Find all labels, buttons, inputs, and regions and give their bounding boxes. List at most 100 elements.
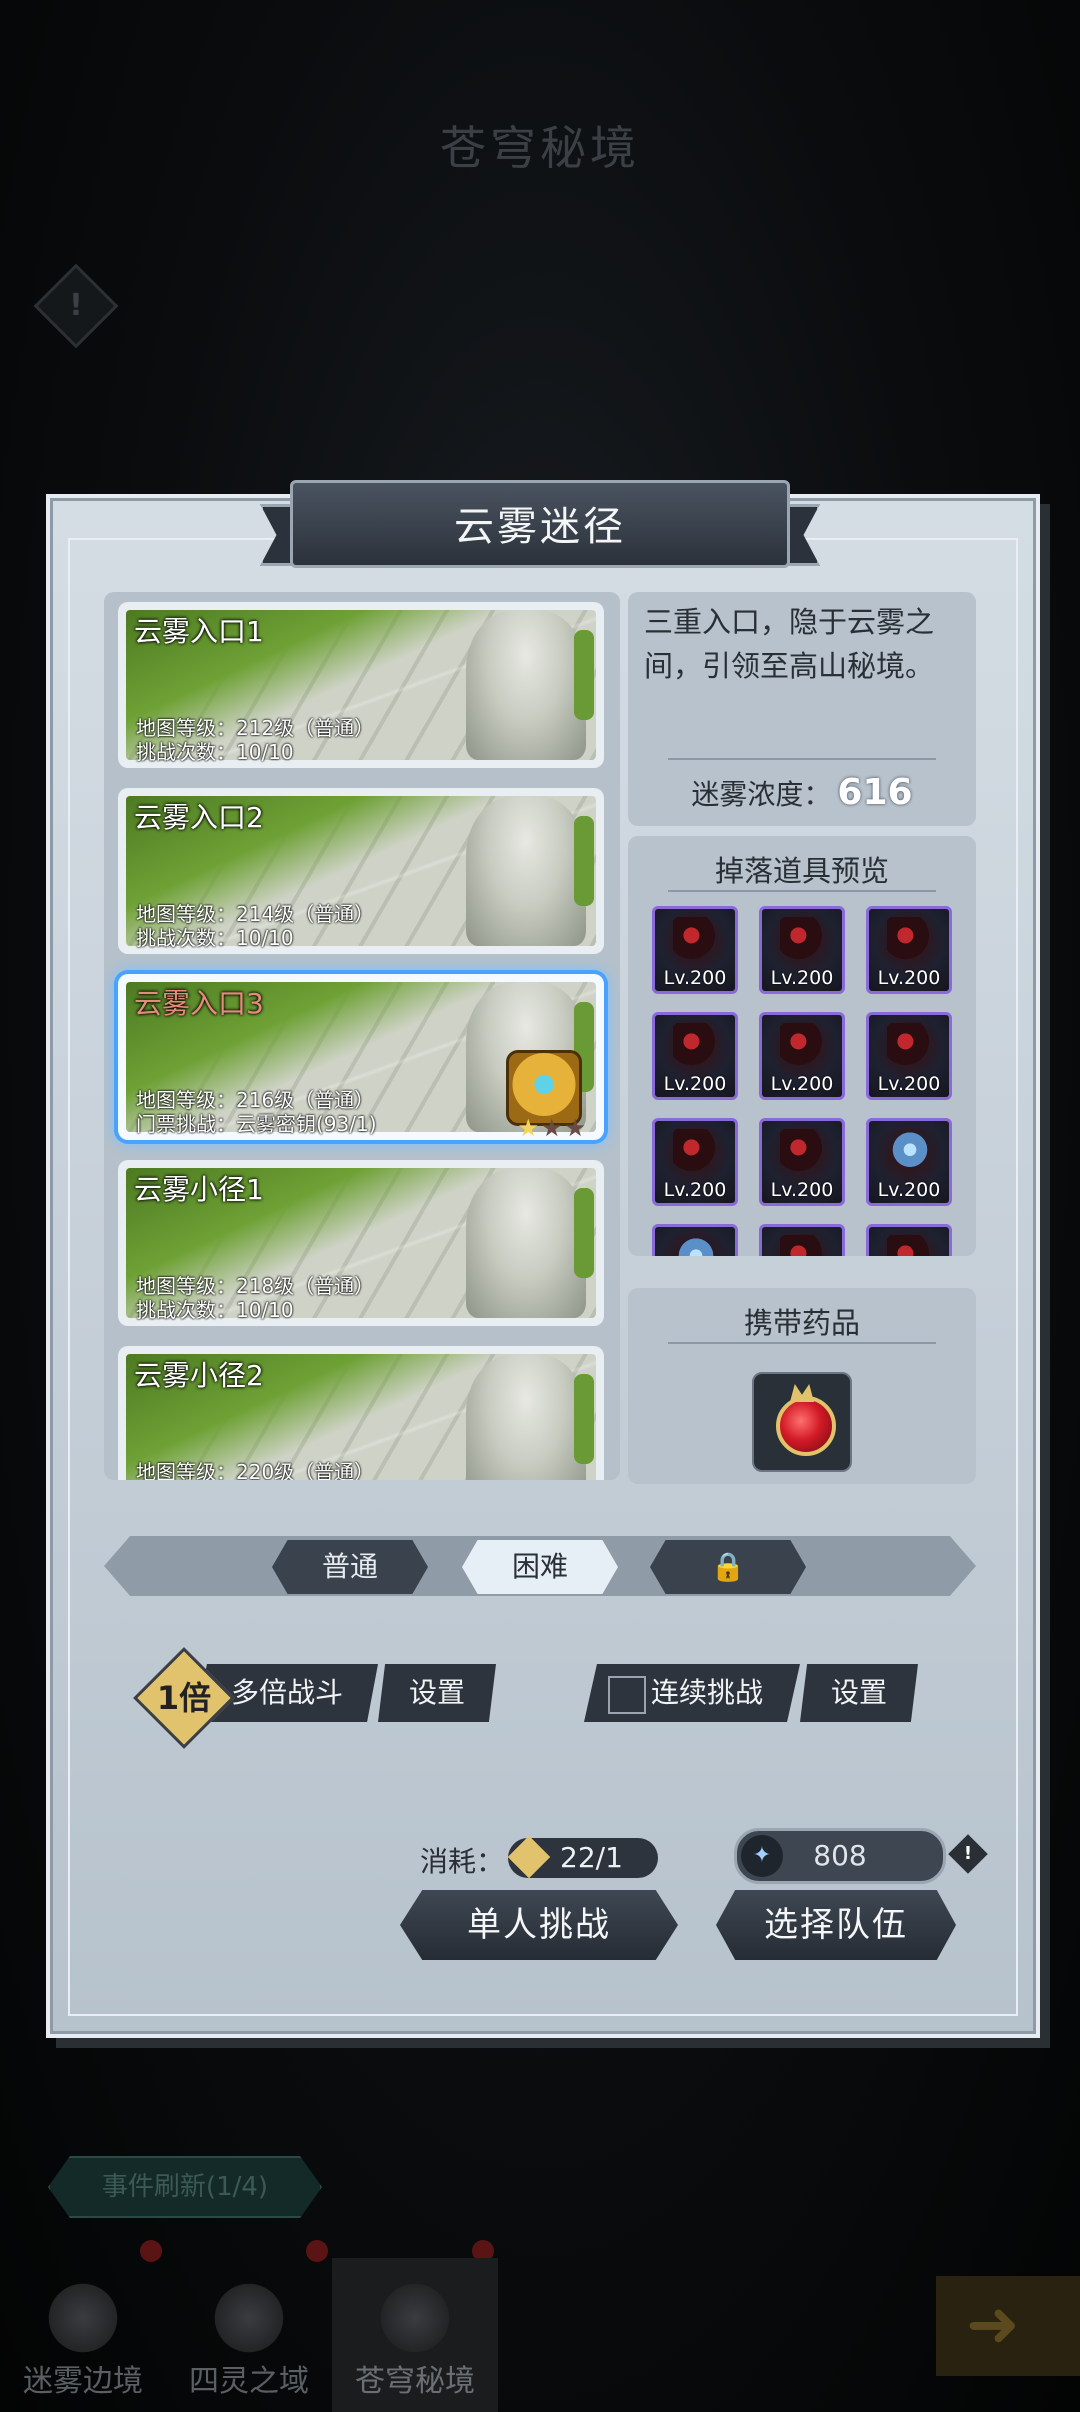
multiplier-value: 1倍 — [156, 1679, 212, 1717]
stage-card-4[interactable]: 云雾小径1 地图等级：218级（普通） 挑战次数：10/10 — [118, 1160, 604, 1326]
exclamation-icon: ! — [69, 288, 83, 323]
drop-preview-box[interactable]: 掉落道具预览 Lv.200 Lv.200 Lv.200 Lv.200 Lv.20… — [628, 836, 976, 1256]
potion-title: 携带药品 — [743, 1306, 860, 1340]
drop-item[interactable] — [652, 1224, 738, 1256]
drop-item[interactable] — [866, 1224, 952, 1256]
star-icon: ★ — [517, 1114, 541, 1142]
dialog-title: 云雾迷径 — [454, 504, 626, 550]
continuous-checkbox[interactable] — [608, 1676, 646, 1714]
stage-card-1[interactable]: 云雾入口1 地图等级：212级（普通） 挑战次数：10/10 — [118, 602, 604, 768]
dialog-title-ribbon: 云雾迷径 — [260, 474, 820, 574]
tab-normal[interactable]: 普通 — [272, 1540, 428, 1594]
item-level: Lv.200 — [770, 967, 834, 989]
stage-description: 三重入口，隐于云雾之间，引领至高山秘境。 — [644, 605, 935, 683]
crystal-icon: ✦ — [741, 1835, 783, 1877]
blade-icon — [887, 1235, 933, 1256]
bow-icon — [673, 1129, 719, 1175]
star-icon: ★ — [540, 1114, 565, 1142]
cost-label: 消耗： — [420, 1845, 505, 1878]
staff-icon — [780, 1129, 826, 1175]
drop-item[interactable]: Lv.200 — [652, 906, 738, 994]
lock-icon: 🔒 — [710, 1550, 746, 1583]
cost-pill: 22/1 — [507, 1835, 658, 1879]
arrow-right-icon: ➜ — [966, 2288, 1020, 2362]
item-level: Lv.200 — [877, 967, 941, 989]
divider — [668, 758, 936, 760]
gem-icon — [673, 1235, 719, 1256]
cost-value: 22/1 — [560, 1841, 623, 1874]
stage-description-box: 三重入口，隐于云雾之间，引领至高山秘境。 迷雾浓度： 616 — [628, 592, 976, 826]
wing-emblem-icon — [375, 2278, 455, 2358]
drop-item[interactable]: Lv.200 — [652, 1012, 738, 1100]
stage-attempts: 挑战次数：10/10 — [136, 926, 294, 950]
ice-armor-icon — [887, 1129, 933, 1175]
item-level: Lv.200 — [877, 1073, 941, 1095]
tab-hard[interactable]: 困难 — [462, 1540, 618, 1594]
armor-icon — [887, 1023, 933, 1069]
stage-attempts: 挑战次数：10/10 — [136, 1298, 294, 1322]
item-level: Lv.200 — [770, 1073, 834, 1095]
star-rating: ★★★ — [517, 1114, 588, 1142]
armor-icon — [780, 1023, 826, 1069]
item-level: Lv.200 — [770, 1179, 834, 1201]
tab-locked[interactable]: 🔒 — [650, 1540, 806, 1594]
weapon-icon — [780, 917, 826, 963]
drop-item[interactable]: Lv.200 — [759, 906, 845, 994]
star-icon: ★ — [564, 1114, 588, 1142]
drop-item[interactable]: Lv.200 — [759, 1118, 845, 1206]
item-level: Lv.200 — [663, 1179, 727, 1201]
tree-emblem-icon — [43, 2278, 123, 2358]
exclamation-icon: ! — [963, 1843, 973, 1864]
fog-label: 迷雾浓度： — [691, 778, 832, 811]
nav-tab-mist-border[interactable]: 迷雾边境 — [0, 2258, 166, 2412]
item-level: Lv.200 — [663, 967, 727, 989]
stage-name: 云雾小径1 — [134, 1173, 264, 1206]
item-level: Lv.200 — [663, 1073, 727, 1095]
ring-icon — [780, 1235, 826, 1256]
potion-box: 携带药品 — [628, 1288, 976, 1484]
drop-item[interactable]: Lv.200 — [652, 1118, 738, 1206]
fog-density: 迷雾浓度： 616 — [628, 772, 976, 813]
stage-card-5[interactable]: 云雾小径2 地图等级：220级（普通） — [118, 1346, 604, 1480]
armor-icon — [673, 1023, 719, 1069]
nav-tab-sky-realm[interactable]: 苍穹秘境 — [332, 2258, 498, 2412]
multi-settings-button[interactable]: 设置 — [378, 1664, 496, 1722]
key-icon — [507, 1835, 551, 1879]
stage-name: 云雾小径2 — [134, 1359, 264, 1392]
stage-ticket: 门票挑战：云雾密钥(93/1) — [136, 1112, 377, 1136]
item-level: Lv.200 — [877, 1179, 941, 1201]
nav-tab-four-spirits[interactable]: 四灵之域 — [166, 2258, 332, 2412]
drop-preview-title: 掉落道具预览 — [714, 854, 889, 888]
stage-name: 云雾入口2 — [134, 801, 264, 834]
nav-label: 四灵之域 — [189, 2364, 309, 2399]
event-refresh-button[interactable]: 事件刷新(1/4) — [48, 2156, 322, 2218]
stage-name: 云雾入口1 — [134, 615, 264, 648]
weapon-icon — [673, 917, 719, 963]
fog-value: 616 — [837, 772, 913, 813]
divider — [668, 890, 936, 892]
stage-card-2[interactable]: 云雾入口2 地图等级：214级（普通） 挑战次数：10/10 — [118, 788, 604, 954]
stage-name: 云雾入口3 — [134, 987, 264, 1020]
continuous-settings-button[interactable]: 设置 — [800, 1664, 918, 1722]
page-title: 苍穹秘境 — [440, 121, 640, 175]
drop-item[interactable]: Lv.200 — [866, 1012, 952, 1100]
nav-label: 迷雾边境 — [23, 2364, 143, 2399]
drop-item[interactable]: Lv.200 — [759, 1012, 845, 1100]
drop-item[interactable]: Lv.200 — [866, 906, 952, 994]
drop-item[interactable] — [759, 1224, 845, 1256]
potion-slot[interactable] — [752, 1372, 852, 1472]
weapon-icon — [887, 917, 933, 963]
next-arrow-button[interactable]: ➜ — [936, 2276, 1080, 2376]
stage-level: 地图等级：220级（普通） — [136, 1460, 375, 1480]
select-team-button[interactable]: 选择队伍 — [716, 1890, 956, 1960]
resource-info-button[interactable]: ! — [948, 1834, 988, 1874]
stage-attempts: 挑战次数：10/10 — [136, 740, 294, 764]
resource-pill[interactable]: ✦ 808 — [734, 1828, 946, 1884]
drop-item[interactable]: Lv.200 — [866, 1118, 952, 1206]
divider — [668, 1342, 936, 1344]
stage-card-3-selected[interactable]: 云雾入口3 地图等级：216级（普通） 门票挑战：云雾密钥(93/1) ★★★ — [118, 974, 604, 1142]
solo-challenge-button[interactable]: 单人挑战 — [400, 1890, 678, 1960]
stage-list[interactable]: 云雾入口1 地图等级：212级（普通） 挑战次数：10/10 云雾入口2 地图等… — [104, 592, 620, 1480]
eye-emblem-icon — [209, 2278, 289, 2358]
resource-value: 808 — [813, 1839, 867, 1872]
